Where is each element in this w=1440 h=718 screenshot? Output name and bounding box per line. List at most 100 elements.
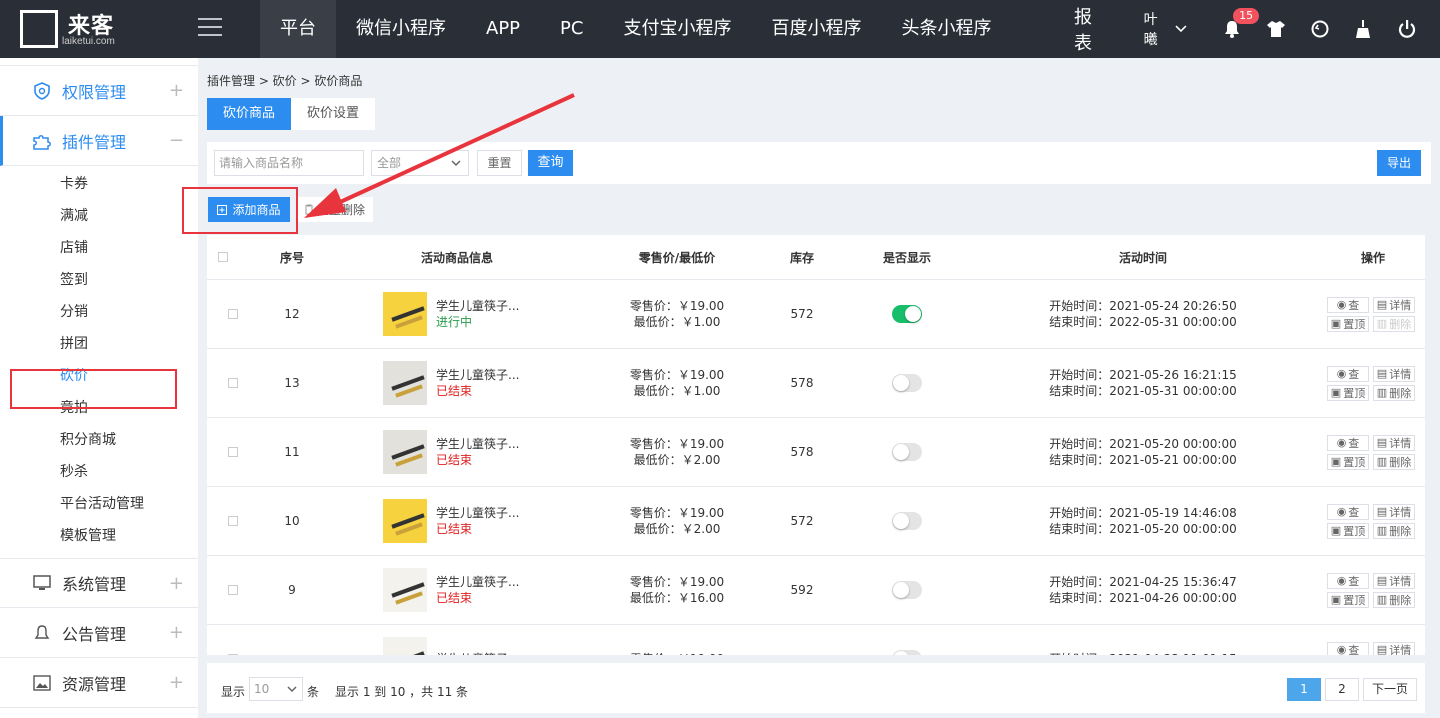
checkbox[interactable] (228, 585, 238, 595)
goods-name[interactable]: 学生儿童筷子... (436, 574, 519, 590)
topnav-item[interactable]: APP (466, 0, 540, 58)
collapse-minus-icon[interactable]: − (169, 130, 184, 151)
row-select[interactable] (217, 349, 249, 417)
delete-button[interactable]: ▥ 删除 (1373, 522, 1415, 539)
checkbox[interactable] (228, 309, 238, 319)
batch-delete-button[interactable]: 批量删除 (296, 197, 373, 222)
row-select[interactable] (217, 487, 249, 555)
checkbox[interactable] (228, 516, 238, 526)
shirt-icon[interactable] (1265, 18, 1287, 40)
row-select[interactable] (217, 625, 249, 655)
sidebar-subitem[interactable]: 卡券 (0, 168, 198, 200)
sidebar-subitem[interactable]: 秒杀 (0, 456, 198, 488)
detail-button[interactable]: ▤ 详情 (1373, 641, 1415, 655)
view-button[interactable]: ◉ 查 (1327, 572, 1369, 589)
detail-button[interactable]: ▤ 详情 (1373, 503, 1415, 520)
visible-toggle[interactable] (892, 443, 922, 461)
detail-button[interactable]: ▤ 详情 (1373, 296, 1415, 313)
goods-name[interactable]: 学生儿童筷子... (436, 298, 519, 314)
expand-plus-icon[interactable]: + (169, 80, 184, 101)
goods-name[interactable]: 学生儿童筷子... (436, 651, 519, 655)
clean-brush-icon[interactable] (1352, 18, 1374, 40)
sidebar-subitem[interactable]: 签到 (0, 264, 198, 296)
goods-name[interactable]: 学生儿童筷子... (436, 436, 519, 452)
topnav-item[interactable]: 支付宝小程序 (603, 0, 751, 58)
visible-toggle[interactable] (892, 650, 922, 655)
sidebar-subitem[interactable]: 平台活动管理 (0, 488, 198, 520)
tab-bargain-settings[interactable]: 砍价设置 (291, 98, 376, 130)
pin-top-button[interactable]: ▣ 置顶 (1327, 453, 1369, 470)
next-page-button[interactable]: 下一页 (1362, 678, 1417, 701)
page-link[interactable]: 2 (1324, 678, 1359, 701)
sidebar-subitem[interactable]: 满减 (0, 200, 198, 232)
pagination-bar: 显示 10 条 显示 1 到 10 ，共 11 条 1 2 下一页 (207, 663, 1425, 713)
view-button[interactable]: ◉ 查 (1327, 365, 1369, 382)
delete-button[interactable]: ▥ 删除 (1373, 384, 1415, 401)
bell-icon[interactable]: 15 (1221, 8, 1260, 40)
price-cell: 零售价：￥19.00 最低价：￥2.00 (607, 487, 747, 555)
sidebar-subitem[interactable]: 模板管理 (0, 520, 198, 552)
topnav-item[interactable]: 平台 (260, 0, 336, 58)
app-logo[interactable]: 来客 laiketui.com (14, 8, 124, 50)
checkbox[interactable] (228, 447, 238, 457)
view-button[interactable]: ◉ 查 (1327, 503, 1369, 520)
checkbox[interactable] (218, 252, 228, 262)
detail-button[interactable]: ▤ 详情 (1373, 365, 1415, 382)
view-button[interactable]: ◉ 查 (1327, 434, 1369, 451)
sidebar-group-notice[interactable]: 公告管理 + (0, 608, 198, 658)
sidebar-group-plugins[interactable]: 插件管理 − (0, 116, 198, 166)
goods-name[interactable]: 学生儿童筷子... (436, 505, 519, 521)
search-input[interactable]: 请输入商品名称 (214, 150, 364, 176)
pin-top-button[interactable]: ▣ 置顶 (1327, 315, 1369, 332)
expand-plus-icon[interactable]: + (169, 672, 184, 693)
visible-toggle-cell (857, 625, 957, 655)
start-time: 2021-04-25 15:36:47 (1109, 575, 1237, 589)
view-button[interactable]: ◉ 查 (1327, 296, 1369, 313)
visible-toggle[interactable] (892, 512, 922, 530)
sidebar-group-permission[interactable]: 权限管理 + (0, 66, 198, 116)
row-select[interactable] (217, 418, 249, 486)
menu-toggle-icon[interactable] (198, 18, 222, 40)
view-button[interactable]: ◉ 查 (1327, 641, 1369, 655)
topnav-item[interactable]: 头条小程序 (881, 0, 1011, 58)
sidebar-subitem[interactable]: 店铺 (0, 232, 198, 264)
sidebar-group-system[interactable]: 系统管理 + (0, 558, 198, 608)
visible-toggle[interactable] (892, 374, 922, 392)
page-size-select[interactable]: 10 (249, 677, 303, 701)
delete-button[interactable]: ▥ 删除 (1373, 453, 1415, 470)
pin-top-button[interactable]: ▣ 置顶 (1327, 384, 1369, 401)
page-link[interactable]: 1 (1286, 678, 1321, 701)
header-select-all[interactable] (207, 235, 239, 279)
delete-button[interactable]: ▥ 删除 (1373, 591, 1415, 608)
checkbox[interactable] (228, 654, 238, 655)
tab-bargain-goods[interactable]: 砍价商品 (207, 98, 292, 130)
status-select[interactable]: 全部 (371, 150, 469, 176)
delete-button[interactable]: ▥ 删除 (1373, 315, 1415, 332)
pin-top-button[interactable]: ▣ 置顶 (1327, 522, 1369, 539)
row-select[interactable] (217, 280, 249, 348)
topnav-item[interactable]: 微信小程序 (336, 0, 466, 58)
topnav-item[interactable]: PC (540, 0, 603, 58)
topnav-item[interactable]: 百度小程序 (751, 0, 881, 58)
reset-button[interactable]: 重置 (477, 150, 522, 176)
detail-button[interactable]: ▤ 详情 (1373, 434, 1415, 451)
sidebar-subitem[interactable]: 拼团 (0, 328, 198, 360)
pin-top-button[interactable]: ▣ 置顶 (1327, 591, 1369, 608)
expand-plus-icon[interactable]: + (169, 573, 184, 594)
visible-toggle[interactable] (892, 581, 922, 599)
expand-plus-icon[interactable]: + (169, 622, 184, 643)
power-icon[interactable] (1396, 18, 1418, 40)
sidebar-subitem[interactable]: 积分商城 (0, 424, 198, 456)
report-link[interactable]: 报表 (1074, 3, 1110, 55)
detail-button[interactable]: ▤ 详情 (1373, 572, 1415, 589)
goods-name[interactable]: 学生儿童筷子... (436, 367, 519, 383)
query-button[interactable]: 查询 (528, 150, 573, 176)
row-select[interactable] (217, 556, 249, 624)
checkbox[interactable] (228, 378, 238, 388)
sidebar-subitem[interactable]: 分销 (0, 296, 198, 328)
visible-toggle[interactable] (892, 305, 922, 323)
export-button[interactable]: 导出 (1377, 150, 1421, 176)
sidebar-group-resources[interactable]: 资源管理 + (0, 658, 198, 708)
refresh-icon[interactable] (1309, 18, 1331, 40)
user-menu[interactable]: 叶曦 (1144, 9, 1188, 49)
